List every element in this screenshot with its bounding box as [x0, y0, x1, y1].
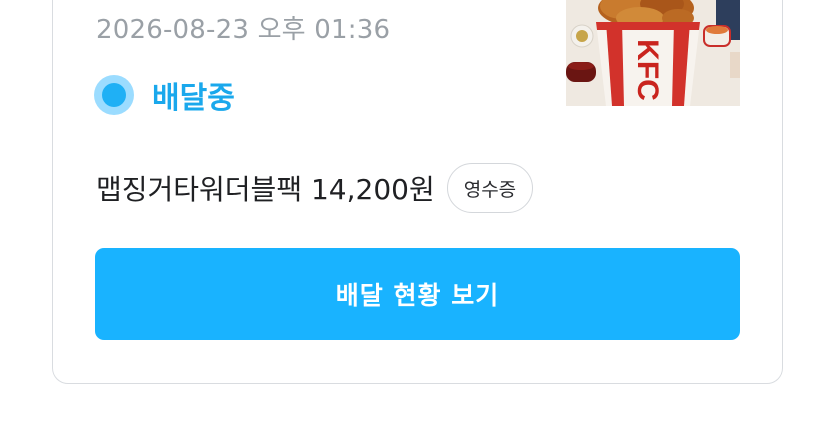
order-datetime: 2026-08-23 오후 01:36 [96, 15, 391, 45]
receipt-button[interactable]: 영수증 [446, 163, 534, 213]
delivery-status: 배달중 [94, 74, 235, 116]
order-item-summary: 맵징거타워더블팩 14,200원 [96, 173, 435, 206]
order-item-row: 맵징거타워더블팩 14,200원 영수증 [96, 162, 534, 214]
track-delivery-button[interactable]: 배달 현황 보기 [95, 248, 740, 340]
thumbnail-brand-text: KFC [631, 39, 664, 101]
delivery-status-label: 배달중 [152, 81, 235, 116]
status-dot-inner [102, 83, 126, 107]
status-dot-icon [94, 75, 134, 115]
menu-thumbnail[interactable]: KFC [566, 0, 740, 106]
fried-chicken-bucket-photo-icon: KFC [566, 0, 740, 106]
order-history-page: 2026-08-23 오후 01:36 배달중 KFC 맵징거타워더블팩 14,… [0, 0, 835, 423]
